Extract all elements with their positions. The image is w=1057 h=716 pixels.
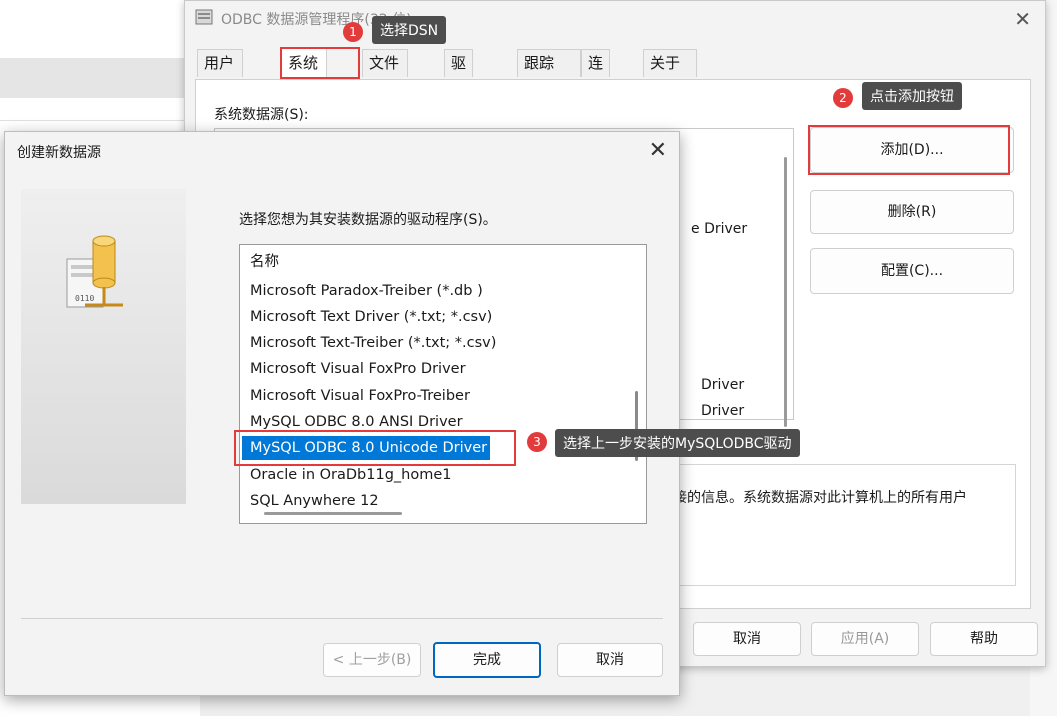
list-item[interactable]: Oracle in OraDb11g_home1: [250, 464, 452, 486]
system-ds-label: 系统数据源(S):: [214, 107, 309, 123]
cancel-button[interactable]: 取消: [557, 643, 663, 677]
list-item[interactable]: Microsoft Visual FoxPro-Treiber: [250, 385, 470, 407]
tab-about[interactable]: 关于: [643, 49, 697, 77]
tab-file-dsn[interactable]: 文件 DSN: [362, 49, 409, 99]
list-item[interactable]: Microsoft Paradox-Treiber (*.db ): [250, 280, 483, 302]
back-button[interactable]: < 上一步(B): [323, 643, 421, 677]
tab-drivers[interactable]: 驱动程序: [444, 49, 474, 153]
annotation-badge-3: 3: [527, 432, 547, 452]
background-band: [0, 58, 200, 98]
description-text: 接的信息。系统数据源对此计算机上的所有用户: [673, 490, 967, 506]
dialog-separator: [21, 618, 663, 619]
apply-button[interactable]: 应用(A): [811, 622, 919, 656]
list-item: e Driver: [691, 221, 748, 237]
odbc-app-icon: [195, 9, 213, 25]
annotation-callout-3: 选择上一步安装的MySQLODBC驱动: [555, 429, 800, 457]
dialog-title: 创建新数据源: [17, 145, 101, 161]
highlight-selected-driver: [234, 430, 516, 466]
driver-list[interactable]: 名称 Microsoft Paradox-Treiber (*.db ) Mic…: [239, 244, 647, 524]
annotation-callout-1: 选择DSN: [372, 16, 447, 44]
list-item: Driver: [701, 377, 745, 393]
remove-button[interactable]: 删除(R): [810, 190, 1014, 234]
list-item[interactable]: SQL Anywhere 12: [250, 490, 379, 512]
column-header-name: 名称: [250, 254, 279, 270]
background-divider: [0, 120, 200, 121]
highlight-add-button: [808, 125, 1010, 175]
tab-user-dsn[interactable]: 用户 DSN: [197, 49, 244, 99]
list-item[interactable]: Microsoft Visual FoxPro Driver: [250, 358, 466, 380]
wizard-image-panel: 0110: [21, 189, 186, 504]
horizontal-scrollbar[interactable]: [264, 512, 402, 515]
list-item[interactable]: Microsoft Text Driver (*.txt; *.csv): [250, 306, 492, 328]
tab-connection-pool[interactable]: 连接池: [581, 49, 611, 126]
list-item: Driver: [701, 403, 745, 419]
description-box: 接的信息。系统数据源对此计算机上的所有用户: [660, 464, 1016, 586]
finish-button[interactable]: 完成: [433, 642, 541, 678]
svg-text:0110: 0110: [75, 294, 94, 303]
create-new-datasource-dialog: 创建新数据源 ✕ 0110 选择您想为其安装数据源的驱动程序(S)。 名称 Mi…: [4, 131, 680, 696]
help-button[interactable]: 帮助: [930, 622, 1038, 656]
list-scrollbar[interactable]: [784, 157, 787, 427]
annotation-badge-2: 2: [833, 88, 853, 108]
annotation-callout-2: 点击添加按钮: [862, 82, 962, 110]
close-icon[interactable]: ✕: [649, 138, 667, 163]
close-icon[interactable]: ✕: [1014, 7, 1031, 31]
annotation-badge-1: 1: [343, 22, 363, 42]
list-item[interactable]: Microsoft Text-Treiber (*.txt; *.csv): [250, 332, 496, 354]
database-icon: 0110: [66, 235, 123, 308]
highlight-system-dsn: [280, 47, 360, 79]
cancel-button[interactable]: 取消: [693, 622, 801, 656]
tab-tracing[interactable]: 跟踪: [517, 49, 581, 77]
driver-prompt: 选择您想为其安装数据源的驱动程序(S)。: [239, 212, 497, 228]
configure-button[interactable]: 配置(C)...: [810, 248, 1014, 294]
